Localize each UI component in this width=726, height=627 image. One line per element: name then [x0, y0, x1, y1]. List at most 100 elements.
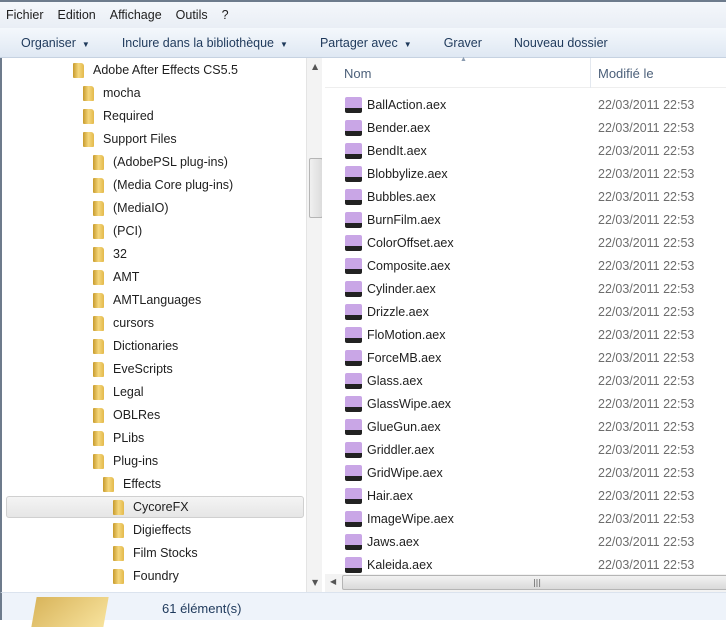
list-horizontal-scrollbar[interactable]: ◀ ||| — [325, 574, 726, 592]
file-row[interactable]: Composite.aex 22/03/2011 22:53 — [325, 255, 726, 278]
toolbar-button-partager[interactable]: Partager avec ▼ — [320, 36, 412, 50]
file-row[interactable]: BurnFilm.aex 22/03/2011 22:53 — [325, 209, 726, 232]
tree-node[interactable]: Digieffects — [113, 519, 191, 541]
plugin-file-icon — [345, 534, 362, 550]
folder-icon — [93, 338, 104, 354]
file-row[interactable]: Bender.aex 22/03/2011 22:53 — [325, 117, 726, 140]
plugin-file-icon — [345, 350, 362, 366]
list-scroll-thumb[interactable]: ||| — [342, 575, 726, 590]
file-row[interactable]: Hair.aex 22/03/2011 22:53 — [325, 485, 726, 508]
menu-edition[interactable]: Edition — [58, 8, 96, 22]
column-header: ▲ Nom Modifié le — [325, 56, 726, 88]
plugin-file-icon — [345, 396, 362, 412]
tree-node-label: Effects — [123, 477, 161, 491]
tree-node-label: CycoreFX — [133, 500, 189, 514]
menu-affichage[interactable]: Affichage — [110, 8, 162, 22]
tree-node[interactable]: AMTLanguages — [93, 289, 201, 311]
file-name: Glass.aex — [367, 374, 423, 388]
tree-vertical-scrollbar[interactable]: ▲ ▼ — [306, 58, 322, 592]
tree-node[interactable]: (Media Core plug-ins) — [93, 174, 233, 196]
file-row[interactable]: ImageWipe.aex 22/03/2011 22:53 — [325, 508, 726, 531]
tree-node[interactable]: Plug-ins — [93, 450, 158, 472]
file-modified-date: 22/03/2011 22:53 — [598, 512, 695, 526]
tree-node[interactable]: (MediaIO) — [93, 197, 169, 219]
toolbar-button-nouveau[interactable]: Nouveau dossier — [514, 36, 608, 50]
tree-node[interactable]: OBLRes — [93, 404, 160, 426]
file-name: BendIt.aex — [367, 144, 427, 158]
file-modified-date: 22/03/2011 22:53 — [598, 328, 695, 342]
file-row[interactable]: Glass.aex 22/03/2011 22:53 — [325, 370, 726, 393]
file-row[interactable]: Bubbles.aex 22/03/2011 22:53 — [325, 186, 726, 209]
tree-node-label: Foundry — [133, 569, 179, 583]
menu-fichier[interactable]: Fichier — [6, 8, 44, 22]
tree-node[interactable]: Film Stocks — [113, 542, 198, 564]
toolbar-button-graver[interactable]: Graver — [444, 36, 482, 50]
folder-icon — [93, 407, 104, 423]
file-modified-date: 22/03/2011 22:53 — [598, 167, 695, 181]
tree-node-label: 32 — [113, 247, 127, 261]
tree-node[interactable]: PLibs — [93, 427, 144, 449]
folder-icon — [103, 476, 114, 492]
plugin-file-icon — [345, 557, 362, 573]
tree-node-label: Digieffects — [133, 523, 192, 537]
plugin-file-icon — [345, 235, 362, 251]
tree-node[interactable]: Adobe After Effects CS5.5 — [73, 59, 238, 81]
column-divider[interactable] — [590, 58, 591, 88]
file-row[interactable]: GlassWipe.aex 22/03/2011 22:53 — [325, 393, 726, 416]
file-name: Hair.aex — [367, 489, 413, 503]
toolbar-button-label: Inclure dans la bibliothèque — [121, 35, 275, 50]
tree-node[interactable]: mocha — [83, 82, 141, 104]
folder-icon — [93, 177, 104, 193]
plugin-file-icon — [345, 465, 362, 481]
folder-icon — [93, 453, 104, 469]
file-row[interactable]: Griddler.aex 22/03/2011 22:53 — [325, 439, 726, 462]
menu-help[interactable]: ? — [222, 8, 229, 22]
file-row[interactable]: Blobbylize.aex 22/03/2011 22:53 — [325, 163, 726, 186]
file-row[interactable]: ColorOffset.aex 22/03/2011 22:53 — [325, 232, 726, 255]
plugin-file-icon — [345, 281, 362, 297]
tree-node-label: AMTLanguages — [113, 293, 202, 307]
scroll-down-arrow-icon[interactable]: ▼ — [312, 578, 318, 587]
file-row[interactable]: ForceMB.aex 22/03/2011 22:53 — [325, 347, 726, 370]
file-name: Jaws.aex — [367, 535, 420, 549]
toolbar-button-organiser[interactable]: Organiser ▼ — [21, 36, 90, 50]
menu-outils[interactable]: Outils — [176, 8, 208, 22]
file-row[interactable]: BallAction.aex 22/03/2011 22:53 — [325, 94, 726, 117]
tree-node[interactable]: Effects — [103, 473, 161, 495]
file-row[interactable]: GridWipe.aex 22/03/2011 22:53 — [325, 462, 726, 485]
tree-scroll-thumb[interactable] — [309, 158, 322, 218]
folder-icon — [93, 246, 104, 262]
file-modified-date: 22/03/2011 22:53 — [598, 397, 695, 411]
file-row[interactable]: Jaws.aex 22/03/2011 22:53 — [325, 531, 726, 554]
tree-node-label: (PCI) — [113, 224, 143, 238]
tree-node[interactable]: EveScripts — [93, 358, 173, 380]
column-modified-header[interactable]: Modifié le — [598, 66, 654, 81]
tree-node[interactable]: Dictionaries — [93, 335, 178, 357]
tree-node[interactable]: cursors — [93, 312, 154, 334]
folder-icon — [93, 430, 104, 446]
plugin-file-icon — [345, 258, 362, 274]
plugin-file-icon — [345, 166, 362, 182]
file-row[interactable]: BendIt.aex 22/03/2011 22:53 — [325, 140, 726, 163]
toolbar-button-inclure[interactable]: Inclure dans la bibliothèque ▼ — [122, 36, 288, 50]
tree-node[interactable]: CycoreFX — [6, 496, 304, 518]
tree-node[interactable]: (PCI) — [93, 220, 142, 242]
scroll-left-arrow-icon[interactable]: ◀ — [330, 577, 336, 586]
tree-node[interactable]: Foundry — [113, 565, 179, 587]
file-row[interactable]: Cylinder.aex 22/03/2011 22:53 — [325, 278, 726, 301]
file-row[interactable]: FloMotion.aex 22/03/2011 22:53 — [325, 324, 726, 347]
tree-node[interactable]: AMT — [93, 266, 139, 288]
tree-node[interactable]: (AdobePSL plug-ins) — [93, 151, 228, 173]
scroll-up-arrow-icon[interactable]: ▲ — [312, 62, 318, 71]
tree-node[interactable]: 32 — [93, 243, 127, 265]
folder-icon — [93, 315, 104, 331]
tree-node[interactable]: Legal — [93, 381, 144, 403]
file-row[interactable]: GlueGun.aex 22/03/2011 22:53 — [325, 416, 726, 439]
column-name-header[interactable]: Nom — [344, 66, 371, 81]
file-row[interactable]: Drizzle.aex 22/03/2011 22:53 — [325, 301, 726, 324]
tree-node[interactable]: Support Files — [83, 128, 177, 150]
tree-node[interactable]: Required — [83, 105, 154, 127]
file-modified-date: 22/03/2011 22:53 — [598, 282, 695, 296]
tree-node-label: PLibs — [113, 431, 145, 445]
dropdown-arrow-icon: ▼ — [81, 39, 90, 49]
